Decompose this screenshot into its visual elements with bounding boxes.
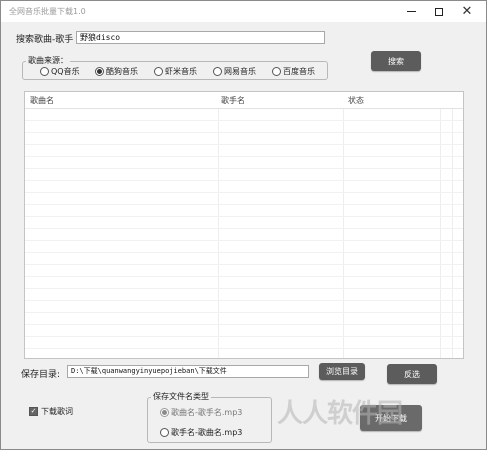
minimize-icon bbox=[406, 11, 416, 12]
source-radio-kugou[interactable]: 酷狗音乐 bbox=[95, 66, 138, 77]
title-bar: 全网音乐批量下载1.0 ✕ bbox=[1, 1, 486, 22]
source-option-label: QQ音乐 bbox=[51, 67, 80, 76]
source-radio-netease[interactable]: 网易音乐 bbox=[213, 66, 256, 77]
radio-selected-icon bbox=[95, 67, 104, 76]
download-lyrics-label: 下载歌词 bbox=[41, 407, 73, 416]
source-option-label: 酷狗音乐 bbox=[106, 67, 138, 76]
column-header-song[interactable]: 歌曲名 bbox=[30, 95, 54, 106]
radio-icon bbox=[160, 428, 169, 437]
watermark-text: 人人软件园 bbox=[277, 399, 403, 429]
search-label: 搜索歌曲-歌手 bbox=[16, 35, 74, 45]
source-group: 歌曲来源： QQ音乐 酷狗音乐 虾米音乐 网易音乐 百度音乐 bbox=[22, 55, 328, 80]
source-option-label: 百度音乐 bbox=[283, 67, 315, 76]
radio-icon bbox=[154, 67, 163, 76]
browse-button[interactable]: 浏览目录 bbox=[319, 363, 365, 380]
column-header-artist[interactable]: 歌手名 bbox=[221, 95, 245, 106]
filename-option-label: 歌曲名-歌手名.mp3 bbox=[171, 408, 243, 417]
search-button[interactable]: 搜索 bbox=[371, 51, 421, 71]
check-icon: ✓ bbox=[29, 407, 38, 416]
radio-icon bbox=[213, 67, 222, 76]
filename-type-group: 保存文件名类型 歌曲名-歌手名.mp3 歌手名-歌曲名.mp3 bbox=[147, 391, 272, 443]
minimize-button[interactable] bbox=[397, 1, 425, 22]
close-icon: ✕ bbox=[461, 4, 473, 19]
source-radio-baidu[interactable]: 百度音乐 bbox=[272, 66, 315, 77]
maximize-icon bbox=[435, 7, 443, 16]
source-legend: 歌曲来源： bbox=[26, 55, 70, 66]
download-lyrics-checkbox[interactable]: ✓ 下载歌词 bbox=[29, 406, 73, 417]
radio-icon bbox=[272, 67, 281, 76]
save-path-input[interactable]: D:\下载\quanwangyinyuepojieban\下载文件 bbox=[67, 365, 309, 378]
source-option-label: 网易音乐 bbox=[224, 67, 256, 76]
search-input[interactable]: 野狼disco bbox=[76, 31, 325, 44]
window-title: 全网音乐批量下载1.0 bbox=[9, 7, 86, 16]
close-button[interactable]: ✕ bbox=[453, 1, 481, 22]
source-radio-qq[interactable]: QQ音乐 bbox=[40, 66, 80, 77]
radio-icon bbox=[40, 67, 49, 76]
filename-type-legend: 保存文件名类型 bbox=[151, 391, 211, 402]
filename-option-label: 歌手名-歌曲名.mp3 bbox=[171, 428, 243, 437]
table-header: 歌曲名 歌手名 状态 bbox=[25, 92, 463, 109]
source-radio-xiami[interactable]: 虾米音乐 bbox=[154, 66, 197, 77]
radio-selected-icon bbox=[160, 408, 169, 417]
column-header-status[interactable]: 状态 bbox=[348, 95, 364, 106]
app-window: 全网音乐批量下载1.0 ✕ 搜索歌曲-歌手 野狼disco 歌曲来源： QQ音乐… bbox=[0, 0, 487, 450]
save-dir-label: 保存目录: bbox=[21, 370, 61, 380]
results-table[interactable]: 歌曲名 歌手名 状态 bbox=[24, 91, 464, 359]
invert-selection-button[interactable]: 反选 bbox=[387, 364, 437, 384]
filename-radio-artist-song[interactable]: 歌手名-歌曲名.mp3 bbox=[160, 427, 242, 438]
maximize-button[interactable] bbox=[425, 1, 453, 22]
source-option-label: 虾米音乐 bbox=[165, 67, 197, 76]
filename-radio-song-artist[interactable]: 歌曲名-歌手名.mp3 bbox=[160, 407, 242, 418]
